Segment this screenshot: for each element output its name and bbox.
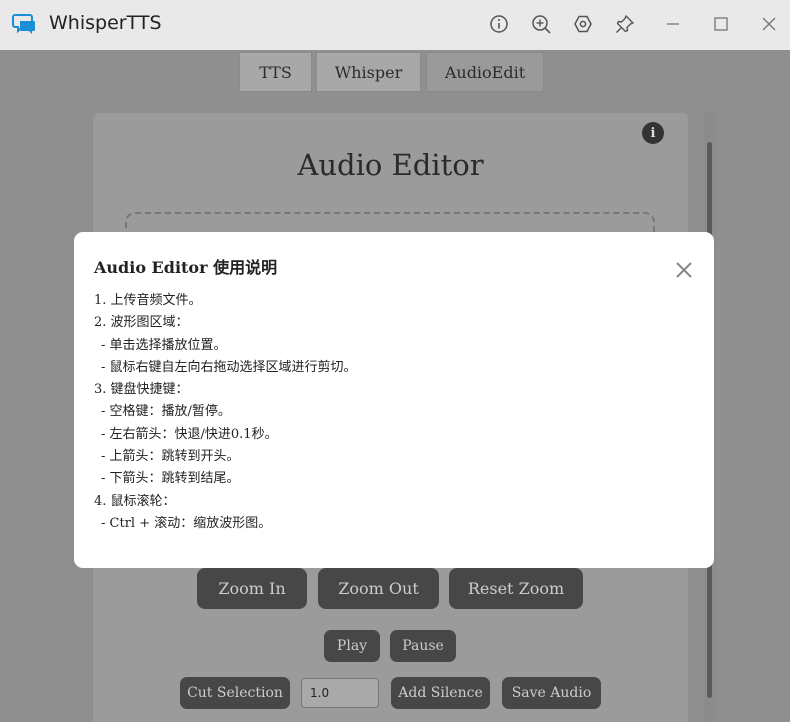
modal-title: Audio Editor 使用说明 <box>94 258 278 277</box>
reset-zoom-button[interactable]: Reset Zoom <box>449 568 583 609</box>
modal-line: - 空格键：播放/暂停。 <box>101 404 231 420</box>
modal-line: 2. 波形图区域： <box>94 315 189 331</box>
chat-bubble-icon <box>12 14 35 34</box>
help-info-icon[interactable]: i <box>642 122 664 144</box>
modal-line: 1. 上传音频文件。 <box>94 293 202 308</box>
modal-line: - 单击选择播放位置。 <box>101 337 227 353</box>
tab-whisper[interactable]: Whisper <box>316 52 421 92</box>
page-title: Audio Editor <box>297 148 484 182</box>
info-icon[interactable] <box>488 13 510 35</box>
modal-line: - Ctrl + 滚动：缩放波形图。 <box>101 515 272 531</box>
tab-audioedit[interactable]: AudioEdit <box>426 52 544 92</box>
pin-icon[interactable] <box>614 13 636 35</box>
silence-duration-input[interactable]: 1.0 <box>301 678 379 708</box>
modal-line: - 左右箭头：快退/快进0.1秒。 <box>101 426 278 442</box>
save-audio-button[interactable]: Save Audio <box>502 677 601 709</box>
modal-close-icon[interactable] <box>674 260 694 280</box>
play-button[interactable]: Play <box>324 630 380 662</box>
tab-tts[interactable]: TTS <box>239 52 312 92</box>
zoom-out-button[interactable]: Zoom Out <box>318 568 439 609</box>
modal-line: - 鼠标右键自左向右拖动选择区域进行剪切。 <box>101 359 357 375</box>
modal-line: 3. 键盘快捷键： <box>94 382 189 398</box>
help-modal: Audio Editor 使用说明 1. 上传音频文件。 2. 波形图区域： -… <box>74 232 714 568</box>
modal-line: 4. 鼠标滚轮： <box>94 493 176 509</box>
zoom-in-icon[interactable] <box>530 13 552 35</box>
minimize-icon[interactable] <box>662 13 684 35</box>
app-title: WhisperTTS <box>49 12 162 34</box>
pause-button[interactable]: Pause <box>390 630 456 662</box>
settings-icon[interactable] <box>572 13 594 35</box>
modal-line: - 上箭头：跳转到开头。 <box>101 449 240 465</box>
modal-line: - 下箭头：跳转到结尾。 <box>101 471 240 487</box>
modal-body: 1. 上传音频文件。 2. 波形图区域： - 单击选择播放位置。 - 鼠标右键自… <box>94 290 357 535</box>
cut-selection-button[interactable]: Cut Selection <box>180 677 290 709</box>
zoom-in-button[interactable]: Zoom In <box>197 568 307 609</box>
maximize-icon[interactable] <box>710 13 732 35</box>
close-icon[interactable] <box>758 13 780 35</box>
title-bar: WhisperTTS <box>0 0 790 50</box>
add-silence-button[interactable]: Add Silence <box>391 677 490 709</box>
